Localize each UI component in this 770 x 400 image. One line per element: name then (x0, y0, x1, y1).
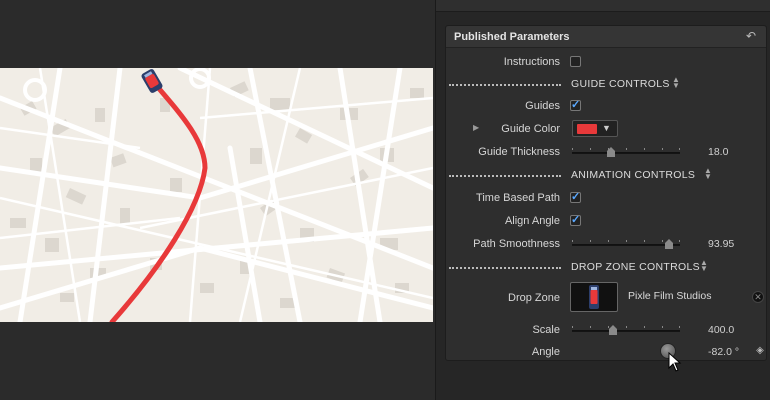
reset-arrow-icon[interactable]: ↶ (746, 30, 758, 42)
slider-thumb[interactable] (609, 325, 617, 335)
group-divider (449, 175, 561, 177)
animation-controls-title: ANIMATION CONTROLS (571, 169, 696, 181)
guide-color-row: ▶ Guide Color ▼ (446, 119, 768, 139)
color-swatch (577, 124, 597, 134)
align-angle-label: Align Angle (504, 215, 560, 227)
group-divider (449, 267, 561, 269)
guide-thickness-row: Guide Thickness 18.0 (446, 142, 768, 162)
drop-zone-name: Pixle Film Studios (628, 290, 712, 302)
time-based-path-row: Time Based Path (446, 188, 768, 208)
guide-color-well[interactable]: ▼ (572, 120, 618, 137)
guide-thickness-label: Guide Thickness (478, 146, 560, 158)
clear-x-icon[interactable]: ✕ (752, 291, 764, 303)
path-smoothness-row: Path Smoothness 93.95 (446, 234, 768, 254)
slider-thumb[interactable] (665, 239, 673, 249)
animation-controls-group[interactable]: ANIMATION CONTROLS ▲ ▼ (446, 165, 768, 185)
guides-label: Guides (525, 100, 560, 112)
instructions-row: Instructions (446, 52, 768, 72)
up-down-arrows-icon[interactable]: ▲ ▼ (700, 259, 708, 273)
guide-color-label: Guide Color (501, 123, 560, 135)
angle-row: Angle -82.0 ° ◈ (446, 342, 768, 362)
car-icon (589, 285, 599, 309)
inspector-pane: Published Parameters ↶ Instructions GUID… (435, 0, 770, 400)
align-angle-row: Align Angle (446, 211, 768, 231)
path-smoothness-slider[interactable] (572, 239, 680, 249)
drop-zone-row: Drop Zone Pixle Film Studios ✕ (446, 278, 768, 318)
scale-label: Scale (532, 324, 560, 336)
scale-slider[interactable] (572, 325, 680, 335)
guide-controls-group[interactable]: GUIDE CONTROLS ▲ ▼ (446, 74, 768, 94)
scale-row: Scale 400.0 (446, 320, 768, 340)
time-based-path-checkbox[interactable] (570, 190, 581, 203)
inspector-top-bar (436, 0, 770, 12)
scale-value[interactable]: 400.0 (708, 324, 734, 336)
guide-thickness-slider[interactable] (572, 147, 680, 157)
disclosure-triangle-icon[interactable]: ▶ (473, 123, 479, 132)
group-divider (449, 84, 561, 86)
pointer-cursor-icon (668, 352, 682, 372)
up-down-arrows-icon[interactable]: ▲ ▼ (672, 76, 680, 90)
guide-thickness-value[interactable]: 18.0 (708, 146, 728, 158)
angle-label: Angle (531, 346, 560, 358)
time-based-path-label: Time Based Path (476, 192, 560, 204)
instructions-checkbox[interactable] (570, 56, 581, 67)
canvas-viewer (0, 0, 435, 400)
up-down-arrows-icon[interactable]: ▲ ▼ (704, 167, 712, 181)
path-smoothness-label: Path Smoothness (473, 238, 560, 250)
panel-title: Published Parameters (454, 31, 570, 43)
drop-zone-well[interactable] (570, 282, 618, 312)
guides-checkbox[interactable] (570, 98, 581, 111)
angle-value[interactable]: -82.0 ° (708, 346, 739, 358)
keyframe-diamond-icon[interactable]: ◈ (754, 345, 766, 357)
drop-zone-label: Drop Zone (508, 292, 560, 304)
map-illustration (0, 68, 433, 322)
guides-row: Guides (446, 96, 768, 116)
drop-zone-controls-title: DROP ZONE CONTROLS (571, 261, 700, 273)
guide-controls-title: GUIDE CONTROLS (571, 78, 670, 90)
instructions-label: Instructions (503, 56, 560, 68)
map-canvas[interactable] (0, 68, 433, 322)
align-angle-checkbox[interactable] (570, 213, 581, 226)
panel-header: Published Parameters ↶ (446, 26, 766, 48)
published-parameters-panel: Published Parameters ↶ Instructions GUID… (445, 25, 767, 361)
path-smoothness-value[interactable]: 93.95 (708, 238, 734, 250)
drop-zone-controls-group[interactable]: DROP ZONE CONTROLS ▲ ▼ (446, 257, 768, 277)
dropdown-arrow-icon: ▼ (602, 123, 611, 133)
